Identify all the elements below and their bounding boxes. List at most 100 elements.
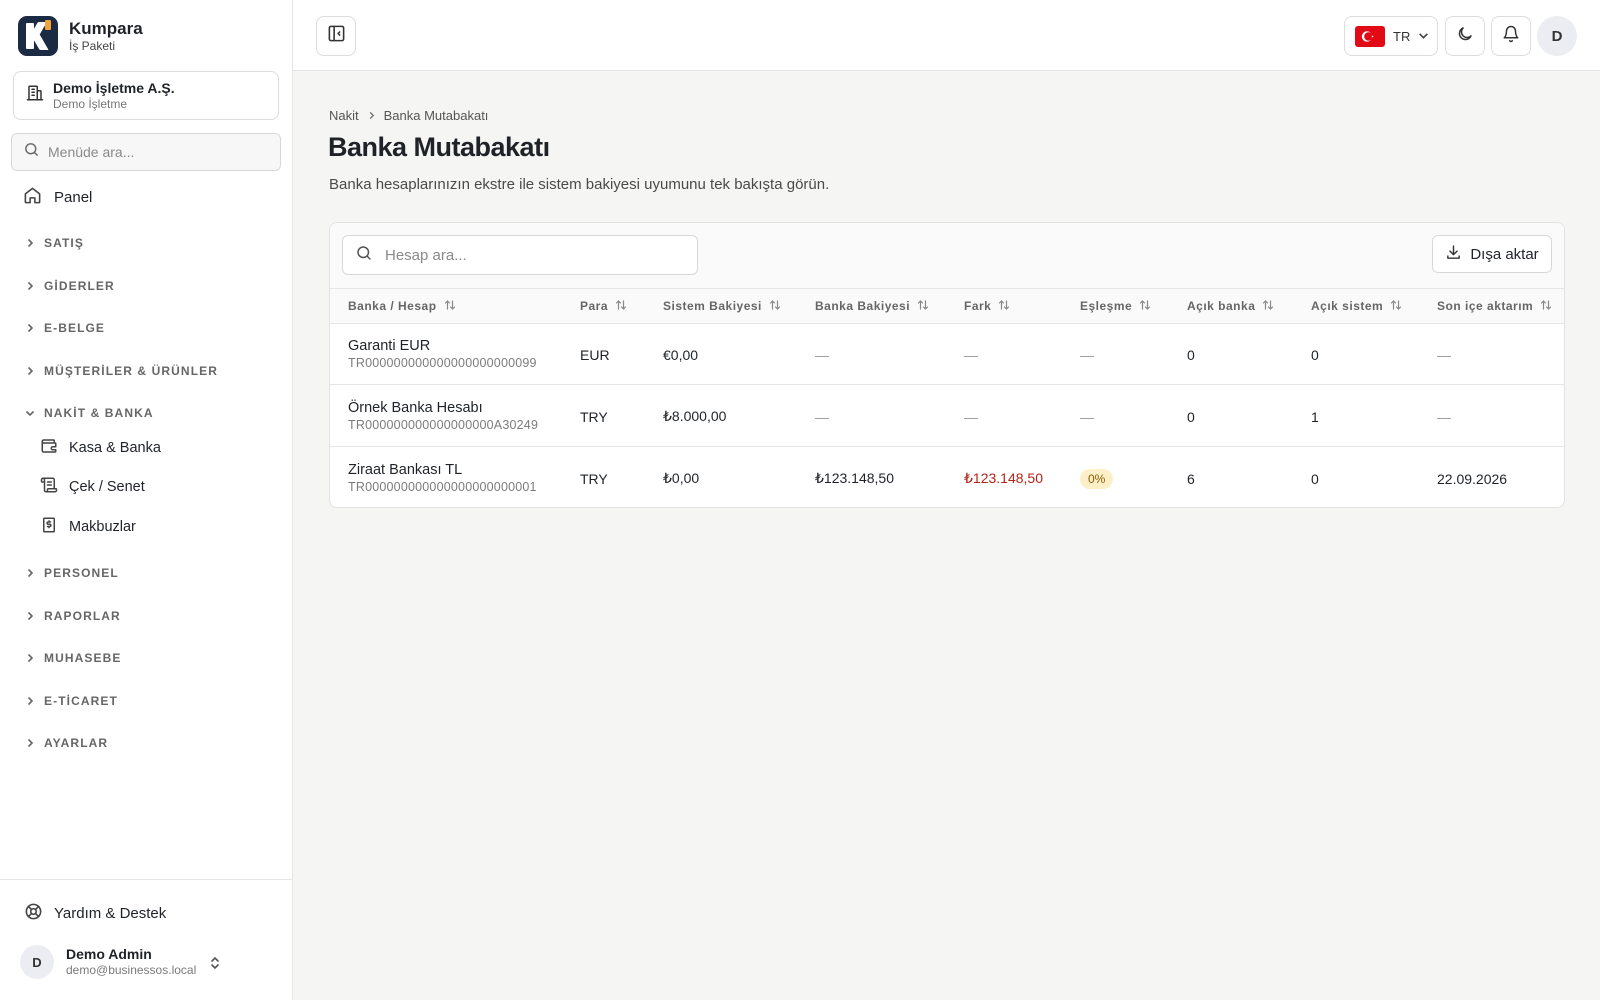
column-label: Fark <box>964 299 992 313</box>
moon-icon <box>1456 25 1474 48</box>
turkey-flag-icon <box>1355 25 1385 47</box>
account-search[interactable] <box>342 235 698 275</box>
cell-bank-balance: — <box>815 408 829 425</box>
menu-search-input[interactable] <box>48 144 268 160</box>
cell-match: 0% <box>1080 448 1114 507</box>
breadcrumb: Nakit Banka Mutabakatı <box>329 108 488 123</box>
sort-icon <box>1262 299 1274 314</box>
menu-search[interactable] <box>11 133 281 171</box>
company-switcher[interactable]: Demo İşletme A.Ş. Demo İşletme <box>13 71 279 120</box>
cell-bank-balance: ₺123.148,50 <box>815 470 894 486</box>
column-header-open-system[interactable]: Açık sistem <box>1311 289 1402 323</box>
breadcrumb-current: Banka Mutabakatı <box>383 108 489 123</box>
sort-icon <box>1390 299 1402 314</box>
sidebar-toggle-button[interactable] <box>316 16 356 56</box>
section-e-belge[interactable]: E-BELGE <box>24 321 105 335</box>
sort-icon <box>615 299 627 314</box>
cell-open-system: 0 <box>1311 470 1319 487</box>
section-muhasebe[interactable]: MUHASEBE <box>24 651 121 665</box>
section-giderler[interactable]: GİDERLER <box>24 279 115 293</box>
sort-icon <box>769 299 781 314</box>
cell-difference: — <box>964 346 978 363</box>
cell-currency: TRY <box>580 470 608 487</box>
user-avatar-button[interactable]: D <box>1537 16 1577 56</box>
brand-name: Kumpara <box>69 18 143 38</box>
match-badge: 0% <box>1080 468 1114 489</box>
search-icon <box>355 244 373 267</box>
account-name: Ziraat Bankası TL <box>348 462 463 478</box>
topbar: TR D <box>293 0 1600 71</box>
cell-currency: EUR <box>580 346 610 363</box>
column-label: Açık banka <box>1187 299 1256 313</box>
chevron-right-icon <box>24 237 36 249</box>
sidebar: Kumpara İş Paketi Demo İşletme A.Ş. Demo… <box>0 0 293 1000</box>
chevron-right-icon <box>24 322 36 334</box>
account-name: Örnek Banka Hesabı <box>348 400 483 416</box>
user-email: demo@businessos.local <box>66 963 197 977</box>
theme-toggle-button[interactable] <box>1445 16 1485 56</box>
brand-subtitle: İş Paketi <box>69 38 116 53</box>
cell-open-system: 1 <box>1311 408 1319 425</box>
section-musteriler-urunler[interactable]: MÜŞTERİLER & ÜRÜNLER <box>24 364 218 378</box>
sort-icon <box>1139 299 1151 314</box>
account-name: Garanti EUR <box>348 338 431 354</box>
sort-icon <box>917 299 929 314</box>
chevron-right-icon <box>24 695 36 707</box>
table-row[interactable]: Ziraat Bankası TL TR00000000000000000000… <box>330 448 1564 507</box>
help-link[interactable]: Yardım & Destek <box>24 902 166 925</box>
column-label: Banka / Hesap <box>348 299 437 313</box>
language-select[interactable]: TR <box>1344 16 1438 56</box>
notifications-button[interactable] <box>1491 16 1531 56</box>
cell-bank-balance: — <box>815 346 829 363</box>
brand[interactable]: Kumpara İş Paketi <box>18 16 143 56</box>
chevron-right-icon <box>24 610 36 622</box>
chevron-right-icon <box>24 567 36 579</box>
breadcrumb-item[interactable]: Nakit <box>329 108 359 123</box>
nav-kasa-banka[interactable]: Kasa & Banka <box>40 437 161 459</box>
cell-account: Ziraat Bankası TL TR00000000000000000000… <box>348 448 537 507</box>
panel-left-icon <box>327 24 346 48</box>
table-row[interactable]: Örnek Banka Hesabı TR000000000000000000A… <box>330 386 1564 447</box>
table-header: Banka / Hesap Para Sistem Bakiyesi Banka… <box>330 288 1564 324</box>
column-label: Son içe aktarım <box>1437 299 1534 313</box>
column-header-system-balance[interactable]: Sistem Bakiyesi <box>663 289 781 323</box>
column-header-bank-balance[interactable]: Banka Bakiyesi <box>815 289 929 323</box>
sidebar-footer: Yardım & Destek D Demo Admin demo@busine… <box>0 879 292 1000</box>
column-header-difference[interactable]: Fark <box>964 289 1010 323</box>
section-nakit-banka[interactable]: NAKİT & BANKA <box>24 406 154 420</box>
search-icon <box>23 141 40 163</box>
nav-panel[interactable]: Panel <box>23 186 92 209</box>
dollar-receipt-icon <box>40 516 58 538</box>
column-header-last-import[interactable]: Son içe aktarım <box>1437 289 1552 323</box>
section-label: NAKİT & BANKA <box>44 406 154 420</box>
nav-cek-senet[interactable]: Çek / Senet <box>40 476 145 498</box>
company-sub: Demo İşletme <box>53 97 128 111</box>
cell-system-balance: ₺0,00 <box>663 470 700 486</box>
column-header-currency[interactable]: Para <box>580 289 627 323</box>
column-label: Banka Bakiyesi <box>815 299 911 313</box>
column-header-match[interactable]: Eşleşme <box>1080 289 1151 323</box>
chevrons-up-down-icon <box>209 955 221 976</box>
section-satis[interactable]: SATIŞ <box>24 236 84 250</box>
cell-account: Örnek Banka Hesabı TR000000000000000000A… <box>348 386 538 447</box>
table-row[interactable]: Garanti EUR TR000000000000000000000099 E… <box>330 324 1564 385</box>
cell-open-system: 0 <box>1311 346 1319 363</box>
nav-makbuzlar-label: Makbuzlar <box>69 519 136 535</box>
column-header-account[interactable]: Banka / Hesap <box>348 289 456 323</box>
table-toolbar: Dışa aktar <box>330 223 1564 288</box>
home-icon <box>23 186 42 209</box>
section-personel[interactable]: PERSONEL <box>24 566 119 580</box>
chevron-right-icon <box>24 280 36 292</box>
section-e-ticaret[interactable]: E-TİCARET <box>24 694 118 708</box>
account-iban: TR000000000000000000000099 <box>348 356 537 370</box>
section-raporlar[interactable]: RAPORLAR <box>24 609 121 623</box>
section-ayarlar[interactable]: AYARLAR <box>24 736 108 750</box>
brand-logo <box>18 16 58 56</box>
nav-kasa-banka-label: Kasa & Banka <box>69 440 161 456</box>
user-menu[interactable]: D Demo Admin demo@businessos.local <box>20 945 219 979</box>
column-header-open-bank[interactable]: Açık banka <box>1187 289 1274 323</box>
column-label: Sistem Bakiyesi <box>663 299 762 313</box>
account-search-input[interactable] <box>385 246 685 264</box>
nav-makbuzlar[interactable]: Makbuzlar <box>40 516 136 538</box>
export-button[interactable]: Dışa aktar <box>1432 235 1552 273</box>
